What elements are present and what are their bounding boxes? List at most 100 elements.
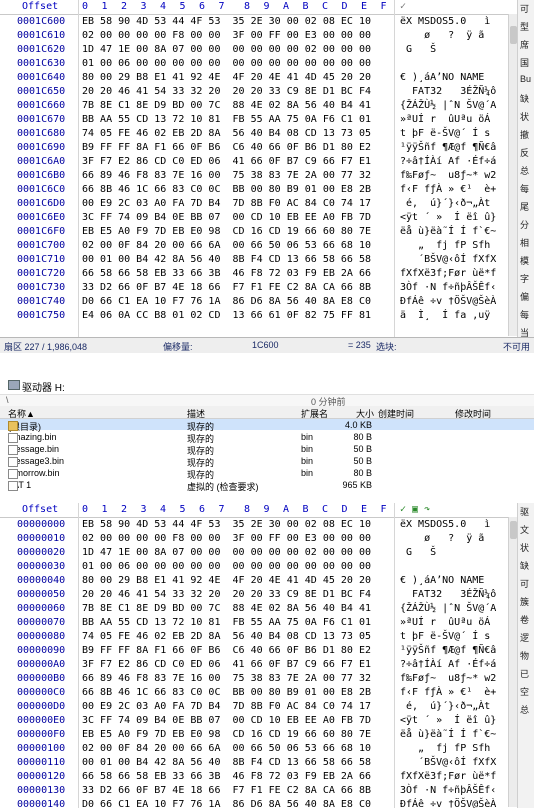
row-hex-bytes: 3C FF 74 09 B4 0E BB 07 00 CD 10 EB EE A… bbox=[82, 715, 371, 726]
column-label: F bbox=[380, 1, 387, 12]
file-row[interactable]: tomorrow.bin 现存的 bin 80 B bbox=[0, 467, 534, 480]
row-hex-bytes: EB E5 A0 F9 7D EB E0 98 CD 16 CD 19 66 6… bbox=[82, 729, 371, 740]
sidebar-label: 卷 bbox=[520, 615, 530, 625]
sidebar-label: Bu bbox=[520, 74, 532, 84]
column-label: 5 bbox=[179, 1, 186, 12]
row-offset: 0001C6F0 bbox=[17, 226, 66, 237]
row-offset: 0001C640 bbox=[17, 72, 66, 83]
row-ascii: <ÿt ´ » Í ëî û} bbox=[400, 715, 497, 726]
sidebar-label: 状 bbox=[520, 543, 530, 553]
row-offset: 00000070 bbox=[17, 617, 66, 628]
row-offset: 0001C670 bbox=[17, 114, 66, 125]
file-row[interactable]: amazing.bin 现存的 bin 80 B bbox=[0, 431, 534, 444]
column-label: C bbox=[322, 1, 329, 12]
row-ascii: t þF ë-ŠV@´ Í s bbox=[400, 128, 491, 139]
ascii-divider bbox=[394, 0, 395, 337]
bottom-hex-grid[interactable]: Offset 0 1 2 3 4 5 6 7 8 9 A B C D E F ✓ ▣ ↷ 00000000 EB… bbox=[0, 503, 518, 808]
row-hex-bytes: 00 E9 2C 03 A0 FA 7D B4 7D 8B F0 AC 84 C… bbox=[82, 198, 371, 209]
row-offset: 0001C630 bbox=[17, 58, 66, 69]
column-label: 8 bbox=[244, 504, 251, 515]
row-hex-bytes: 00 01 00 B4 42 8A 56 40 8B F4 CD 13 66 5… bbox=[82, 757, 371, 768]
row-hex-bytes: 1D 47 1E 00 8A 07 00 00 00 00 00 00 02 0… bbox=[82, 44, 371, 55]
row-hex-bytes: 66 89 46 F8 83 7E 16 00 75 38 83 7E 2A 0… bbox=[82, 170, 371, 181]
row-hex-bytes: 02 00 00 00 00 F8 00 00 3F 00 FF 00 E3 0… bbox=[82, 30, 371, 41]
bottom-hex-editor: Offset 0 1 2 3 4 5 6 7 8 9 A B C D E F ✓ ▣ ↷ 00000000 EB… bbox=[0, 503, 534, 808]
row-offset: 0001C6E0 bbox=[17, 212, 66, 223]
file-row[interactable]: message.bin 现存的 bin 50 B bbox=[0, 443, 534, 456]
row-ascii: ?÷â†ÍÀí Af ·Éf÷á bbox=[400, 156, 497, 167]
row-ascii: ø ? ÿ ã bbox=[400, 533, 485, 544]
ascii-divider bbox=[394, 503, 395, 808]
row-hex-bytes: 80 00 29 B8 E1 41 92 4E 4F 20 4E 41 4D 4… bbox=[82, 575, 371, 586]
row-offset: 0001C620 bbox=[17, 44, 66, 55]
row-offset: 00000130 bbox=[17, 785, 66, 796]
sidebar-label: 撤 bbox=[520, 130, 530, 140]
file-icon bbox=[8, 469, 18, 479]
row-ascii: f‰Føƒ~ u8ƒ~* w2 bbox=[400, 170, 497, 181]
file-row[interactable]: message3.bin 现存的 bin 50 B bbox=[0, 455, 534, 468]
sidebar-label: 物 bbox=[520, 651, 530, 661]
row-ascii: ?÷â†ÍÀí Af ·Éf÷á bbox=[400, 659, 497, 670]
drive-window-titlebar[interactable]: 驱动器 H: bbox=[0, 376, 534, 395]
row-hex-bytes: 33 D2 66 0F B7 4E 18 66 F7 F1 FE C2 8A C… bbox=[82, 785, 371, 796]
scroll-thumb[interactable] bbox=[510, 26, 517, 44]
row-hex-bytes: 33 D2 66 0F B7 4E 18 66 F7 F1 FE C2 8A C… bbox=[82, 282, 371, 293]
row-hex-bytes: 7B 8E C1 8E D9 BD 00 7C 88 4E 02 8A 56 4… bbox=[82, 100, 371, 111]
row-ascii: € )¸áA’NO NAME bbox=[400, 72, 485, 83]
row-offset: 000000D0 bbox=[17, 701, 66, 712]
ascii-header-icon: ✓ bbox=[400, 1, 407, 12]
row-ascii: ëX MSDOS5.0 ì bbox=[400, 519, 491, 530]
column-label: D bbox=[341, 504, 348, 515]
row-hex-bytes: 01 00 06 00 00 00 00 00 00 00 00 00 00 0… bbox=[82, 58, 371, 69]
row-hex-bytes: 00 E9 2C 03 A0 FA 7D B4 7D 8B F0 AC 84 C… bbox=[82, 701, 371, 712]
sidebar-label: 状 bbox=[520, 112, 530, 122]
file-row[interactable]: FAT 1 虚拟的 (检查要求) 965 KB bbox=[0, 479, 534, 492]
offset-label: 偏移量: bbox=[163, 342, 193, 352]
row-offset: 0001C6A0 bbox=[17, 156, 66, 167]
row-hex-bytes: 3C FF 74 09 B4 0E BB 07 00 CD 10 EB EE A… bbox=[82, 212, 371, 223]
row-hex-bytes: 66 8B 46 1C 66 83 C0 0C BB 00 80 B9 01 0… bbox=[82, 687, 371, 698]
row-ascii: ëå ù}ëà˜Í Í f`€~ bbox=[400, 729, 497, 740]
file-size: 80 B bbox=[353, 432, 372, 442]
row-ascii: 3Òf ·N f÷ñþÂŠÊf‹ bbox=[400, 785, 497, 796]
column-label: C bbox=[322, 504, 329, 515]
row-offset: 0001C700 bbox=[17, 240, 66, 251]
file-ext: bin bbox=[301, 444, 314, 454]
row-hex-bytes: 74 05 FE 46 02 EB 2D 8A 56 40 B4 08 CD 1… bbox=[82, 631, 371, 642]
column-label: 1 bbox=[101, 1, 108, 12]
column-label: 8 bbox=[244, 1, 251, 12]
row-ascii: ÐfÁê ÷v †ÖŠV@ŠèÀ bbox=[400, 799, 497, 808]
sidebar-label: 可 bbox=[520, 4, 530, 14]
column-label: E bbox=[361, 504, 368, 515]
row-offset: 00000080 bbox=[17, 631, 66, 642]
row-hex-bytes: 20 20 46 41 54 33 32 20 20 20 33 C9 8E D… bbox=[82, 589, 371, 600]
file-ext: bin bbox=[301, 456, 314, 466]
row-ascii: ÐfÁê ÷v †ÖŠV@ŠèÀ bbox=[400, 296, 497, 307]
row-hex-bytes: EB 58 90 4D 53 44 4F 53 35 2E 30 00 02 0… bbox=[82, 519, 371, 530]
row-hex-bytes: BB AA 55 CD 13 72 10 81 FB 55 AA 75 0A F… bbox=[82, 114, 371, 125]
row-ascii: FAT32 3ÉŽÑ¼ô bbox=[400, 86, 497, 97]
file-name: tomorrow.bin bbox=[8, 468, 60, 479]
file-name: amazing.bin bbox=[8, 432, 57, 443]
row-offset: 0001C710 bbox=[17, 254, 66, 265]
row-hex-bytes: 66 58 66 58 EB 33 66 3B 46 F8 72 03 F9 E… bbox=[82, 771, 371, 782]
file-row[interactable]: (根目录) 现存的 4.0 KB bbox=[0, 419, 534, 432]
column-label: 1 bbox=[101, 504, 108, 515]
row-ascii: G Š bbox=[400, 547, 437, 558]
sidebar-label: 可 bbox=[520, 579, 530, 589]
top-info-sidebar: 可型席国Bu缺状撤反总每尾分相模字偏每当窗 bbox=[517, 0, 534, 337]
top-hex-grid[interactable]: Offset 0 1 2 3 4 5 6 7 8 9 A B C D E F ✓ 0001C600 EB 58 … bbox=[0, 0, 518, 337]
column-label: 5 bbox=[179, 504, 186, 515]
row-hex-bytes: BB AA 55 CD 13 72 10 81 FB 55 AA 75 0A F… bbox=[82, 617, 371, 628]
row-ascii: »ªUÍ r ûUªu öÁ bbox=[400, 114, 491, 125]
column-label: A bbox=[283, 1, 290, 12]
row-hex-bytes: D0 66 C1 EA 10 F7 76 1A 86 D6 8A 56 40 8… bbox=[82, 799, 371, 808]
column-label: 0 bbox=[82, 504, 89, 515]
row-offset: 000000E0 bbox=[17, 715, 66, 726]
row-ascii: f‹F fƒÀ » €¹ è+ bbox=[400, 184, 497, 195]
scroll-thumb[interactable] bbox=[510, 521, 517, 539]
column-label: 6 bbox=[199, 504, 206, 515]
sidebar-label: 反 bbox=[520, 148, 530, 158]
row-hex-bytes: 02 00 0F 84 20 00 66 6A 00 66 50 06 53 6… bbox=[82, 743, 371, 754]
row-offset: 00000040 bbox=[17, 575, 66, 586]
